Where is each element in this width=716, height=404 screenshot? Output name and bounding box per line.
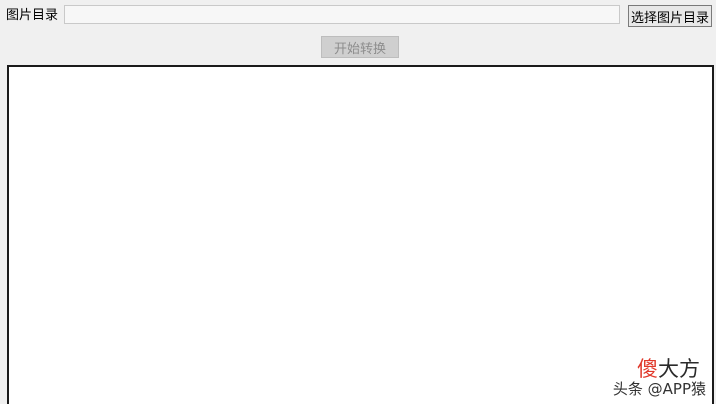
choose-directory-button[interactable]: 选择图片目录 [628,5,712,27]
start-conversion-button[interactable]: 开始转换 [321,36,399,58]
output-log-area[interactable] [7,65,714,404]
app-window: 图片目录 选择图片目录 开始转换 傻大方 头条 @APP猿 [0,0,716,404]
image-directory-input[interactable] [64,5,620,24]
image-directory-label: 图片目录 [6,8,59,23]
